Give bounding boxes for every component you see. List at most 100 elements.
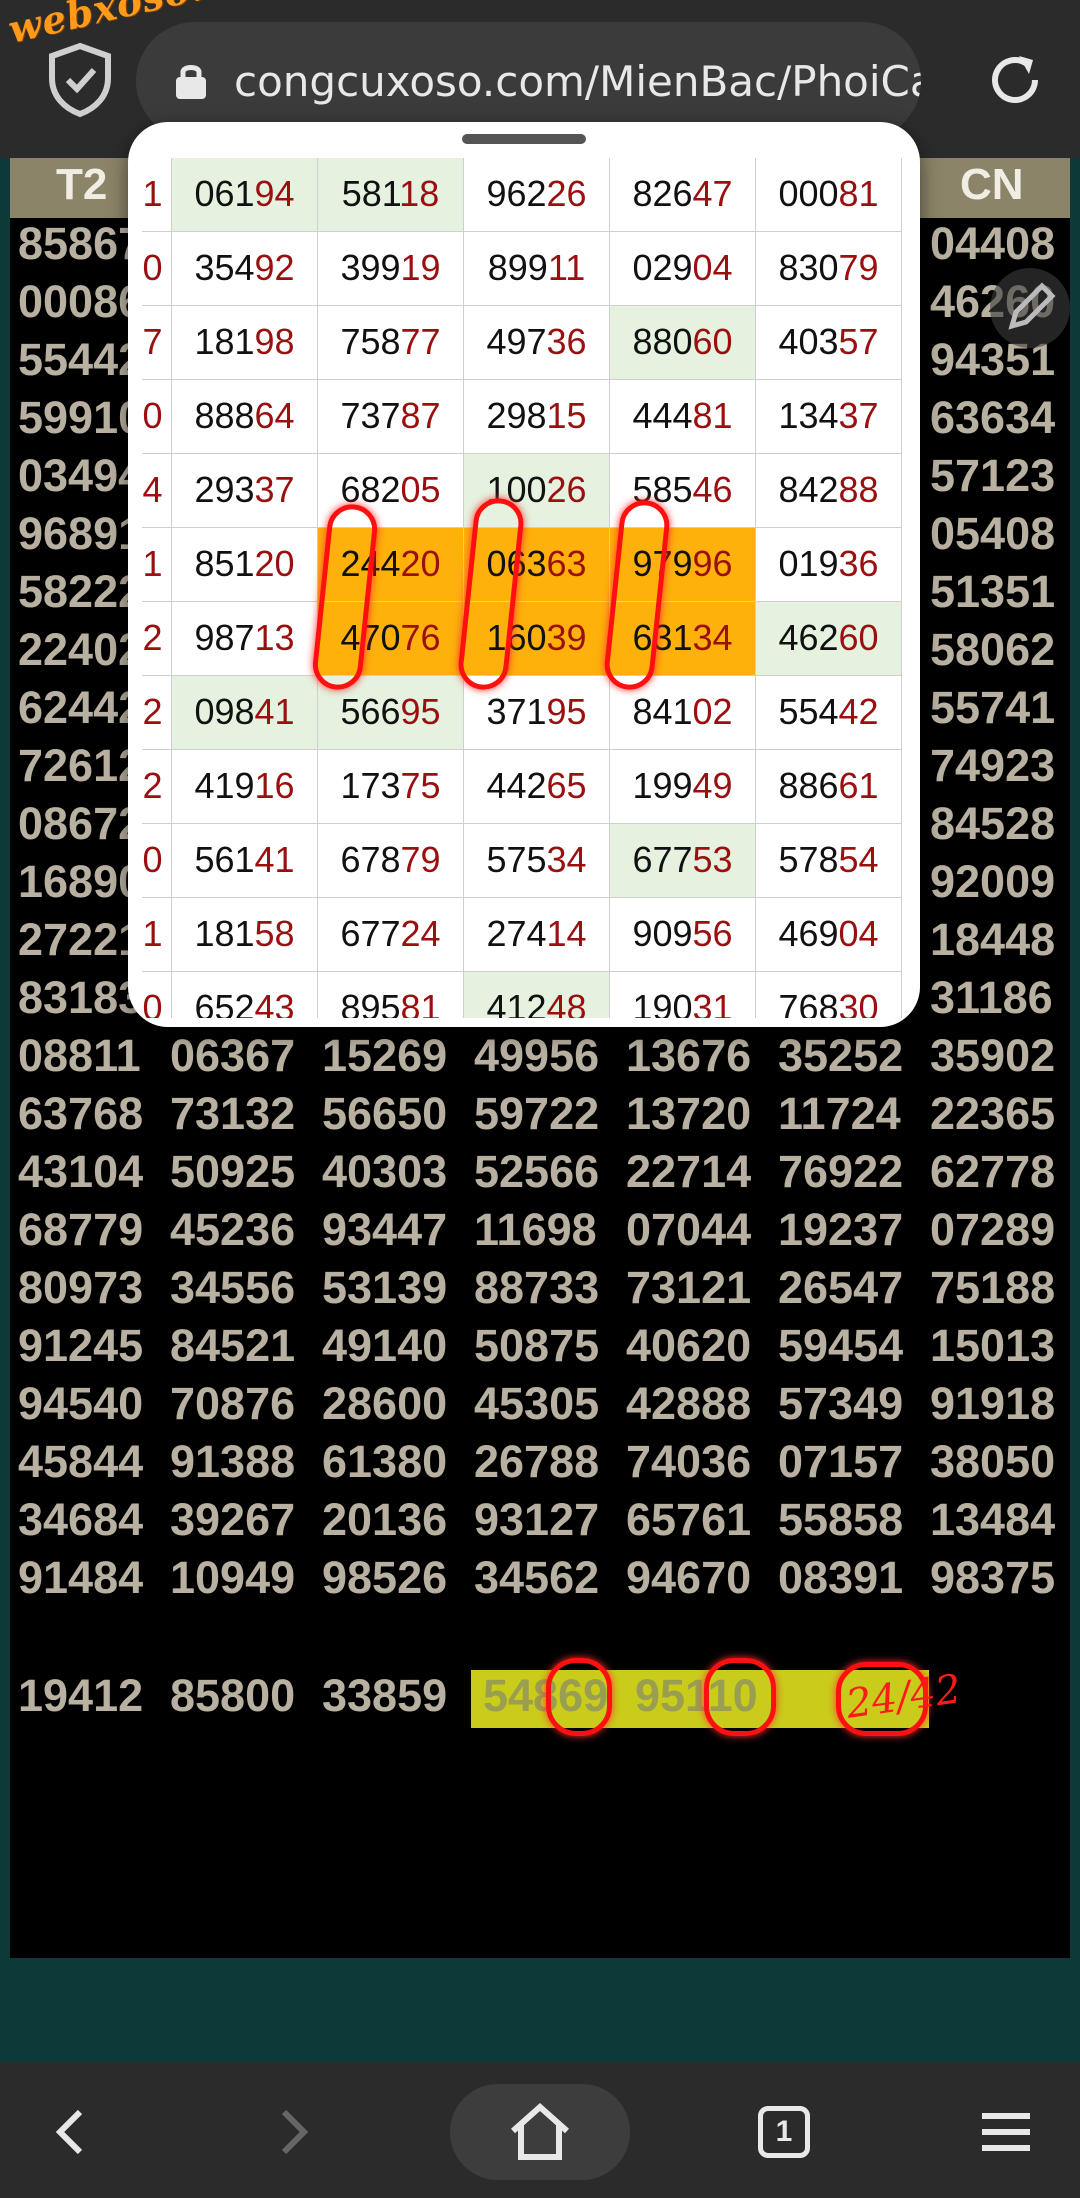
grid-cell[interactable]: 67879 (318, 824, 464, 898)
grid-cell[interactable]: 44265 (464, 750, 610, 824)
grid-cell[interactable]: 73787 (318, 380, 464, 454)
grid-cell[interactable]: 41248 (464, 972, 610, 1018)
grid-cell[interactable]: 29337 (172, 454, 318, 528)
grid-cell[interactable]: 35492 (172, 232, 318, 306)
grid-cell[interactable]: 17375 (318, 750, 464, 824)
row-cell: 98526 (322, 1552, 448, 1603)
row-cell: 04408 (930, 218, 1056, 269)
row-cell: 28600 (322, 1378, 448, 1429)
cell-tail: 60 (838, 617, 879, 658)
cell-tail: 02 (692, 691, 733, 732)
grid-edge-cell: 0 (142, 232, 172, 306)
grid-cell[interactable]: 56141 (172, 824, 318, 898)
home-button[interactable] (450, 2084, 630, 2180)
row-cell: 00086 (18, 276, 144, 327)
grid-cell[interactable]: 00081 (756, 158, 902, 232)
grid-cell[interactable]: 18198 (172, 306, 318, 380)
row-cell: 42888 (626, 1378, 752, 1429)
cell-head: 399 (340, 247, 401, 288)
grid-cell[interactable]: 27414 (464, 898, 610, 972)
grid-cell[interactable]: 13437 (756, 380, 902, 454)
cell-head: 566 (340, 691, 401, 732)
cell-head: 880 (632, 321, 693, 362)
grid-cell[interactable]: 75877 (318, 306, 464, 380)
cell-tail: 46 (692, 469, 733, 510)
grid-cell[interactable]: 19949 (610, 750, 756, 824)
cell-tail: 18 (399, 173, 440, 214)
cell-head: 293 (194, 469, 255, 510)
row-cell: 59454 (778, 1320, 904, 1371)
grid-cell[interactable]: 09841 (172, 676, 318, 750)
grid-cell[interactable]: 58118 (318, 158, 464, 232)
cell-tail: 41 (254, 839, 295, 880)
grid-cell[interactable]: 65243 (172, 972, 318, 1018)
row-cell: 50875 (474, 1320, 600, 1371)
grid-cell[interactable]: 84288 (756, 454, 902, 528)
row-cell: 27221 (18, 914, 144, 965)
cell-tail: 36 (838, 543, 879, 584)
grid-cell[interactable]: 88060 (610, 306, 756, 380)
cell-head: 737 (340, 395, 401, 436)
grid-edge-cell: 2 (142, 750, 172, 824)
grid-cell[interactable]: 82647 (610, 158, 756, 232)
grid-cell[interactable]: 96226 (464, 158, 610, 232)
cell-tail: 34 (546, 839, 587, 880)
row-cell: 57349 (778, 1378, 904, 1429)
grid-cell[interactable]: 02904 (610, 232, 756, 306)
shield-icon[interactable] (40, 40, 120, 120)
grid-cell[interactable]: 76830 (756, 972, 902, 1018)
row-cell: 08672 (18, 798, 144, 849)
back-button[interactable] (20, 2082, 120, 2182)
drag-handle[interactable] (462, 134, 586, 144)
grid-cell[interactable]: 29815 (464, 380, 610, 454)
cell-head: 826 (632, 173, 693, 214)
cell-tail: 37 (254, 469, 295, 510)
tabs-button[interactable]: 1 (758, 2106, 810, 2158)
grid-cell[interactable]: 01936 (756, 528, 902, 602)
grid-cell[interactable]: 57854 (756, 824, 902, 898)
grid-cell[interactable]: 83079 (756, 232, 902, 306)
grid-cell[interactable]: 18158 (172, 898, 318, 972)
grid-cell[interactable]: 39919 (318, 232, 464, 306)
row-cell: 55858 (778, 1494, 904, 1545)
grid-cell[interactable]: 49736 (464, 306, 610, 380)
row-cell: 94670 (626, 1552, 752, 1603)
grid-cell[interactable]: 41916 (172, 750, 318, 824)
menu-button[interactable] (956, 2082, 1056, 2182)
forward-button[interactable] (244, 2082, 344, 2182)
row-cell: 22714 (626, 1146, 752, 1197)
edit-icon[interactable] (990, 268, 1070, 348)
grid-cell[interactable]: 44481 (610, 380, 756, 454)
cell-tail: 92 (254, 247, 295, 288)
grid-cell[interactable]: 46904 (756, 898, 902, 972)
grid-cell[interactable]: 89911 (464, 232, 610, 306)
cell-tail: 16 (254, 765, 295, 806)
popup-card[interactable]: 1 06194 58118 96226 82647 00081 0 35492 39919 899… (128, 122, 920, 1027)
grid-cell[interactable]: 88864 (172, 380, 318, 454)
cell-tail: 19 (400, 247, 441, 288)
grid-cell[interactable]: 67753 (610, 824, 756, 898)
grid-cell[interactable]: 89581 (318, 972, 464, 1018)
row-cell: 76922 (778, 1146, 904, 1197)
grid-cell[interactable]: 40357 (756, 306, 902, 380)
cell-tail: 81 (838, 173, 879, 214)
grid-cell[interactable]: 85120 (172, 528, 318, 602)
cell-tail: 42 (838, 691, 879, 732)
cell-tail: 75 (400, 765, 441, 806)
grid-cell[interactable]: 06194 (172, 158, 318, 232)
grid-cell[interactable]: 90956 (610, 898, 756, 972)
cell-tail: 63 (546, 543, 587, 584)
grid-cell[interactable]: 67724 (318, 898, 464, 972)
row-cell: 84528 (930, 798, 1056, 849)
reload-icon[interactable] (985, 50, 1045, 110)
cell-head: 019 (778, 543, 839, 584)
grid-cell[interactable]: 98713 (172, 602, 318, 676)
grid-cell[interactable]: 55442 (756, 676, 902, 750)
grid-cell[interactable]: 88661 (756, 750, 902, 824)
grid-cell[interactable]: 57534 (464, 824, 610, 898)
grid-cell[interactable]: 19031 (610, 972, 756, 1018)
grid-cell[interactable]: 46260 (756, 602, 902, 676)
lock-icon (176, 65, 206, 99)
cell-head: 173 (340, 765, 401, 806)
row-cell: 11724 (778, 1088, 901, 1139)
